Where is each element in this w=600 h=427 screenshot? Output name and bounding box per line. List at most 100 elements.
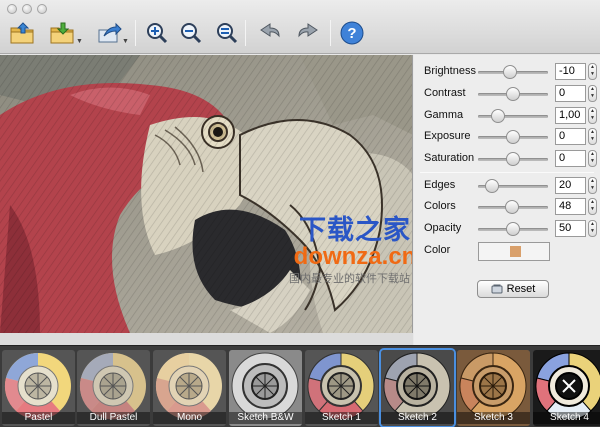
exposure-label: Exposure: [424, 130, 471, 142]
redo-button[interactable]: [293, 19, 323, 47]
opacity-row: Opacity 50 ▲ ▼: [414, 220, 600, 238]
preset-sketch-4[interactable]: Sketch 4: [533, 350, 600, 426]
preset-pastel[interactable]: Pastel: [2, 350, 75, 426]
saturation-slider[interactable]: [478, 152, 548, 166]
share-button[interactable]: [95, 19, 125, 47]
opacity-stepper[interactable]: ▲ ▼: [588, 220, 597, 237]
slider-knob[interactable]: [504, 200, 519, 214]
watermark-title: 下载之家: [299, 215, 411, 245]
zoom-fit-icon: [217, 23, 238, 44]
undo-button[interactable]: [255, 19, 285, 47]
colors-row: Colors 48 ▲ ▼: [414, 198, 600, 216]
share-icon: [98, 22, 122, 43]
preset-label: Dull Pastel: [77, 412, 150, 424]
colors-field[interactable]: 48: [555, 198, 586, 215]
edges-stepper[interactable]: ▲ ▼: [588, 177, 597, 194]
presets-strip: Pastel Dull Pastel Mono Sketch B&W Sketc…: [0, 345, 600, 427]
colors-label: Colors: [424, 200, 456, 212]
app-window: ▼ ▼ ? 下载之家 downza.cn 国内最专业的软件下载站！ Bright…: [0, 0, 600, 427]
toolbar-separator: [330, 20, 331, 46]
brightness-field[interactable]: -10: [555, 63, 586, 80]
preset-sketch-3[interactable]: Sketch 3: [457, 350, 530, 426]
color-label: Color: [424, 244, 451, 256]
gamma-row: Gamma 1,00 ▲ ▼: [414, 107, 600, 125]
color-swatch: [510, 246, 521, 257]
slider-knob[interactable]: [506, 130, 520, 144]
zoom-out-button[interactable]: [176, 19, 206, 47]
watermark: 下载之家 downza.cn 国内最专业的软件下载站！: [270, 215, 412, 287]
help-icon: ?: [340, 21, 364, 45]
saturation-stepper[interactable]: ▲ ▼: [588, 150, 597, 167]
contrast-slider[interactable]: [478, 87, 548, 101]
close-window-button[interactable]: [7, 4, 17, 14]
exposure-field[interactable]: 0: [555, 128, 586, 145]
zoom-fit-button[interactable]: [212, 19, 242, 47]
redo-icon: [298, 23, 318, 38]
toolbar-separator: [245, 20, 246, 46]
exposure-stepper[interactable]: ▲ ▼: [588, 128, 597, 145]
preset-sketch-2[interactable]: Sketch 2: [379, 348, 456, 427]
parrot-sketch-image: [0, 55, 412, 333]
preset-dull-pastel[interactable]: Dull Pastel: [77, 350, 150, 426]
image-canvas[interactable]: 下载之家 downza.cn 国内最专业的软件下载站！: [0, 55, 413, 333]
svg-text:?: ?: [347, 25, 356, 42]
slider-knob[interactable]: [485, 179, 499, 193]
chevron-down-icon[interactable]: ▼: [76, 38, 83, 45]
colors-stepper[interactable]: ▲ ▼: [588, 198, 597, 215]
color-row: Color: [414, 242, 600, 262]
preset-label: Sketch 1: [305, 412, 378, 424]
opacity-slider[interactable]: [478, 222, 548, 236]
slider-knob[interactable]: [502, 65, 517, 79]
reset-button[interactable]: Reset: [477, 280, 549, 298]
preset-sketch-bw[interactable]: Sketch B&W: [229, 350, 302, 426]
edges-label: Edges: [424, 179, 456, 191]
opacity-field[interactable]: 50: [555, 220, 586, 237]
exposure-row: Exposure 0 ▲ ▼: [414, 128, 600, 146]
slider-knob[interactable]: [506, 222, 520, 236]
preset-label: Sketch 4: [533, 412, 600, 424]
contrast-field[interactable]: 0: [555, 85, 586, 102]
zoom-out-icon: [181, 23, 202, 44]
gamma-slider[interactable]: [478, 109, 548, 123]
preset-label: Sketch 2: [381, 412, 454, 424]
gamma-field[interactable]: 1,00: [555, 107, 586, 124]
save-button[interactable]: [48, 19, 78, 47]
saturation-row: Saturation 0 ▲ ▼: [414, 150, 600, 168]
zoom-in-icon: [147, 23, 168, 44]
edges-slider[interactable]: [478, 179, 548, 193]
gamma-stepper[interactable]: ▲ ▼: [588, 107, 597, 124]
minimize-window-button[interactable]: [22, 4, 32, 14]
chevron-down-icon[interactable]: ▼: [122, 38, 129, 45]
preset-label: Mono: [153, 412, 226, 424]
gamma-label: Gamma: [424, 109, 464, 121]
brightness-slider[interactable]: [478, 65, 548, 79]
preset-mono[interactable]: Mono: [153, 350, 226, 426]
toolbar: ▼ ▼ ?: [0, 0, 600, 54]
panel-divider: [420, 172, 594, 173]
saturation-field[interactable]: 0: [555, 150, 586, 167]
reset-label: Reset: [506, 283, 536, 295]
zoom-in-button[interactable]: [142, 19, 172, 47]
slider-knob[interactable]: [506, 152, 520, 166]
preset-sketch-1[interactable]: Sketch 1: [305, 350, 378, 426]
brightness-row: Brightness -10 ▲ ▼: [414, 63, 600, 81]
colors-slider[interactable]: [478, 200, 548, 214]
color-well[interactable]: [478, 242, 550, 261]
preset-label: Sketch 3: [457, 412, 530, 424]
open-button[interactable]: [8, 19, 38, 47]
open-folder-icon: [10, 22, 34, 44]
toolbar-separator: [135, 20, 136, 46]
help-button[interactable]: ?: [337, 19, 367, 47]
preset-label: Sketch B&W: [229, 412, 302, 424]
contrast-row: Contrast 0 ▲ ▼: [414, 85, 600, 103]
edges-field[interactable]: 20: [555, 177, 586, 194]
contrast-stepper[interactable]: ▲ ▼: [588, 85, 597, 102]
edges-row: Edges 20 ▲ ▼: [414, 177, 600, 195]
zoom-window-button[interactable]: [37, 4, 47, 14]
adjustments-panel: Brightness -10 ▲ ▼ Contrast 0 ▲ ▼ Gamma 1,…: [414, 55, 600, 345]
exposure-slider[interactable]: [478, 130, 548, 144]
reset-icon: [491, 284, 503, 294]
slider-knob[interactable]: [490, 109, 505, 123]
slider-knob[interactable]: [506, 87, 520, 101]
brightness-stepper[interactable]: ▲ ▼: [588, 63, 597, 80]
